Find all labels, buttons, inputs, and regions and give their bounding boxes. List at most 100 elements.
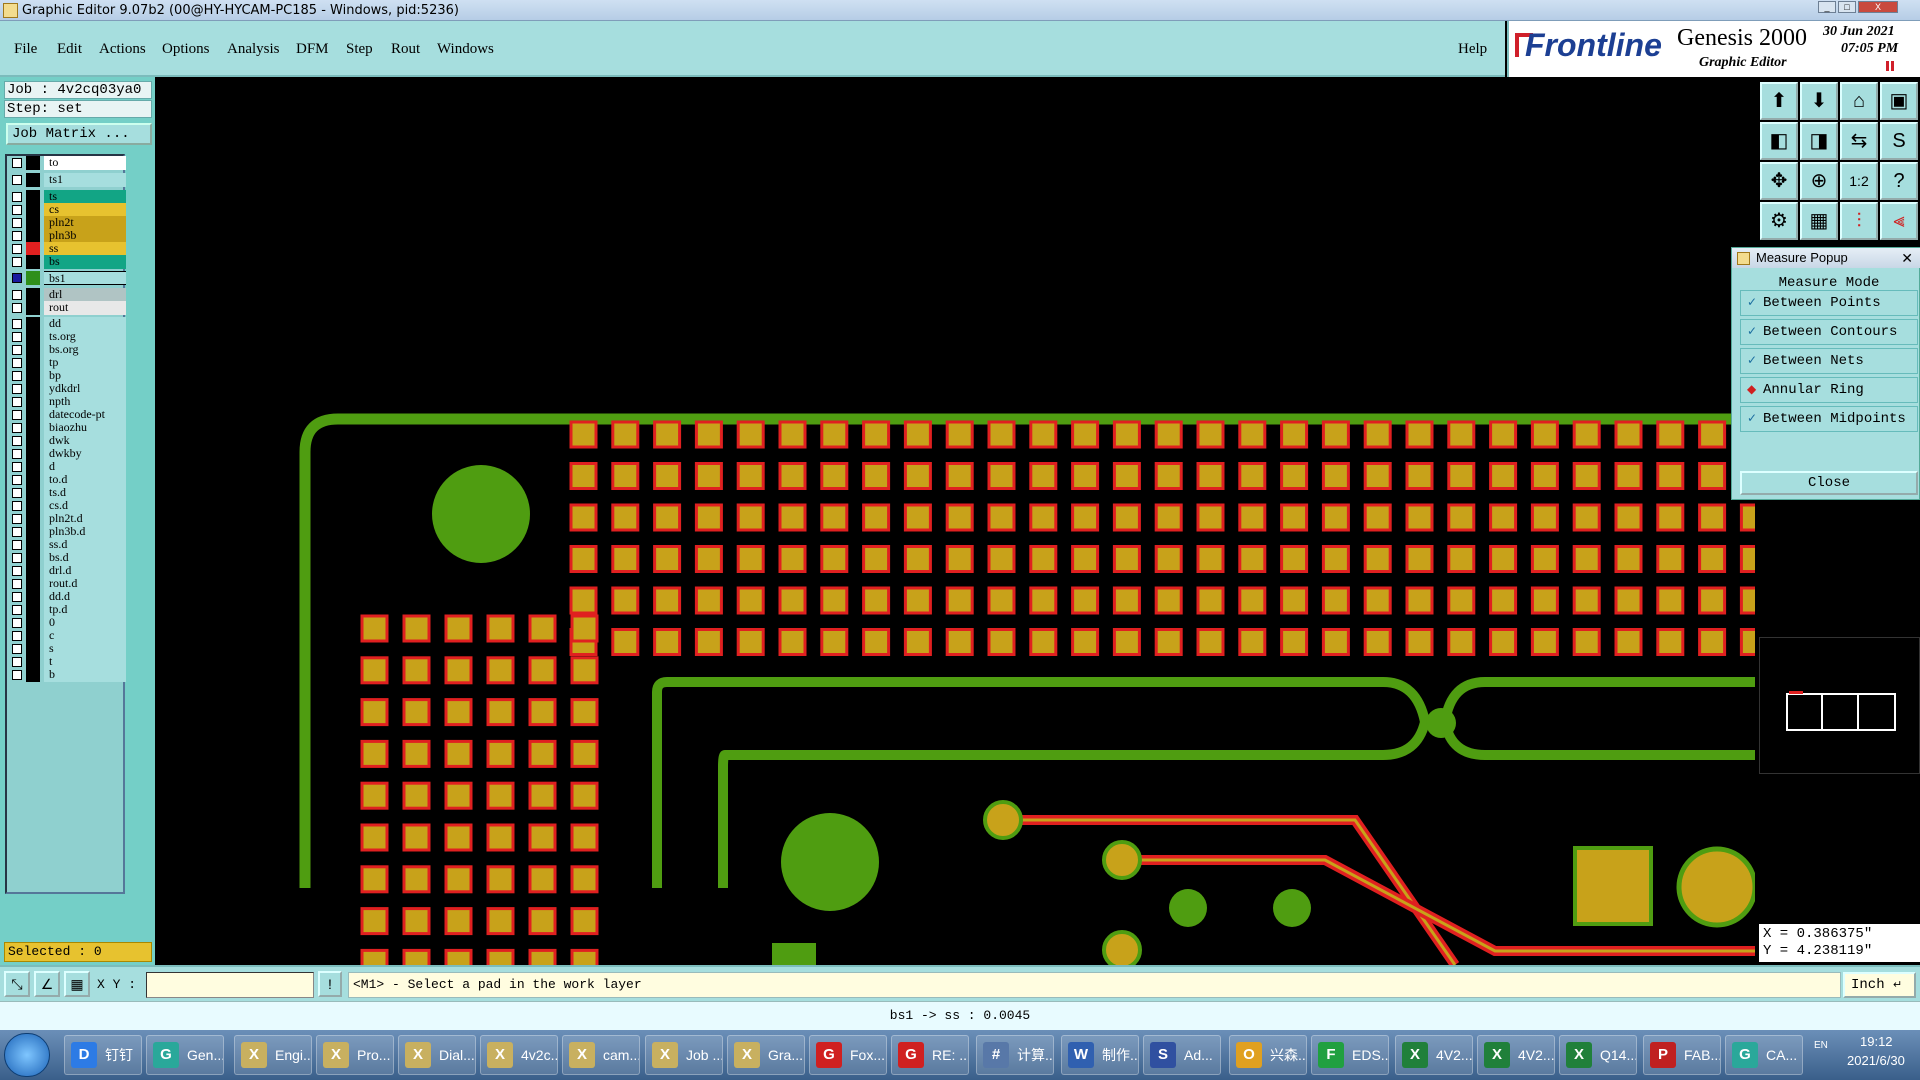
layer-row[interactable]: datecode-pt (9, 408, 126, 422)
smd-pad[interactable] (1656, 420, 1685, 449)
smd-pad[interactable] (486, 907, 515, 936)
smd-pad[interactable] (528, 739, 557, 768)
smd-pad[interactable] (1196, 545, 1225, 573)
home-icon[interactable]: ⌂ (1840, 82, 1878, 120)
taskbar-item[interactable]: X Gra... (727, 1035, 805, 1075)
layer-checkbox[interactable] (12, 436, 22, 446)
snap-icon[interactable]: ⤡ (4, 971, 30, 997)
layer-checkbox[interactable] (12, 553, 22, 563)
smd-pad[interactable] (1363, 628, 1392, 656)
smd-pad[interactable] (694, 545, 723, 573)
smd-pad[interactable] (402, 823, 431, 852)
smd-pad[interactable] (1656, 462, 1685, 490)
pause-icon[interactable] (1886, 61, 1894, 71)
close-icon[interactable]: X (1858, 1, 1898, 13)
smd-pad[interactable] (569, 545, 598, 573)
smd-pad[interactable] (778, 462, 807, 490)
smd-pad[interactable] (1321, 586, 1350, 615)
layer-checkbox[interactable] (12, 371, 22, 381)
layer-checkbox[interactable] (12, 345, 22, 355)
window-title-bar[interactable]: Graphic Editor 9.07b2 (00@HY-HYCAM-PC185… (0, 0, 1920, 21)
smd-pad[interactable] (1029, 628, 1058, 656)
smd-pad[interactable] (1154, 628, 1183, 656)
layer-row[interactable]: ts.org (9, 330, 126, 344)
smd-pad[interactable] (653, 628, 682, 656)
via-pad[interactable] (1102, 840, 1142, 880)
smd-pad[interactable] (1489, 545, 1518, 573)
smd-pad[interactable] (1321, 420, 1350, 449)
smd-pad[interactable] (444, 781, 473, 810)
smd-pad[interactable] (402, 907, 431, 936)
signal-icon[interactable]: ⫷ (1880, 202, 1918, 240)
smd-pad[interactable] (1154, 586, 1183, 615)
taskbar-item[interactable]: W 制作... (1061, 1035, 1139, 1075)
taskbar-item[interactable]: G RE: ... (891, 1035, 969, 1075)
smd-pad[interactable] (569, 462, 598, 490)
smd-pad[interactable] (1572, 503, 1601, 532)
smd-pad[interactable] (360, 907, 389, 936)
smd-pad[interactable] (1739, 503, 1755, 532)
net-icon[interactable]: ⫶ (1840, 202, 1878, 240)
inner-outline-right[interactable] (1439, 677, 1755, 760)
menu-analysis[interactable]: Analysis (227, 41, 280, 58)
route-icon[interactable]: S (1880, 122, 1918, 160)
smd-pad[interactable] (945, 420, 974, 449)
smd-pad[interactable] (903, 462, 932, 490)
right-icon[interactable]: ◨ (1800, 122, 1838, 160)
smd-pad[interactable] (1280, 462, 1309, 490)
layer-checkbox[interactable] (12, 488, 22, 498)
smd-pad[interactable] (1447, 420, 1476, 449)
layer-checkbox[interactable] (12, 257, 22, 267)
smd-pad[interactable] (1530, 545, 1559, 573)
smd-pad[interactable] (1698, 503, 1727, 532)
swap-icon[interactable]: ⇆ (1840, 122, 1878, 160)
smd-pad[interactable] (1321, 628, 1350, 656)
help-icon[interactable]: ? (1880, 162, 1918, 200)
layer-row[interactable]: ss (9, 242, 126, 256)
mounting-pad[interactable] (781, 813, 879, 911)
layer-row[interactable]: to (9, 156, 126, 170)
smd-pad[interactable] (486, 698, 515, 727)
smd-pad[interactable] (1572, 545, 1601, 573)
smd-pad[interactable] (402, 656, 431, 685)
smd-pad[interactable] (360, 948, 389, 965)
taskbar-item[interactable]: X Job ... (645, 1035, 723, 1075)
smd-pad[interactable] (611, 503, 640, 532)
smd-pad[interactable] (569, 420, 598, 449)
layer-checkbox[interactable] (12, 566, 22, 576)
layer-row[interactable]: c (9, 629, 126, 643)
smd-pad[interactable] (486, 865, 515, 894)
taskbar-item[interactable]: X Q14... (1559, 1035, 1637, 1075)
smd-pad[interactable] (611, 586, 640, 615)
smd-pad[interactable] (1196, 420, 1225, 449)
layer-row[interactable]: ydkdrl (9, 382, 126, 396)
smd-pad[interactable] (1614, 586, 1643, 615)
layer-checkbox[interactable] (12, 319, 22, 329)
smd-pad[interactable] (903, 545, 932, 573)
smd-pad[interactable] (1572, 586, 1601, 615)
layer-row[interactable]: pln2t.d (9, 512, 126, 526)
via-pad[interactable] (983, 800, 1023, 840)
smd-pad[interactable] (778, 503, 807, 532)
scale-icon[interactable]: 1:2 (1840, 162, 1878, 200)
layer-checkbox[interactable] (12, 618, 22, 628)
layer-checkbox[interactable] (12, 244, 22, 254)
menu-rout[interactable]: Rout (391, 41, 420, 58)
smd-pad[interactable] (570, 823, 599, 852)
layer-row[interactable]: rout.d (9, 577, 126, 591)
square-pad[interactable] (1573, 846, 1653, 926)
smd-pad[interactable] (486, 823, 515, 852)
layer-row[interactable]: pln3b (9, 229, 126, 243)
smd-pad[interactable] (987, 586, 1016, 615)
smd-pad[interactable] (1698, 628, 1727, 656)
menu-options[interactable]: Options (162, 41, 210, 58)
smd-pad[interactable] (694, 462, 723, 490)
smd-pad[interactable] (1739, 545, 1755, 573)
smd-pad[interactable] (1405, 503, 1434, 532)
graphic-canvas[interactable] (155, 77, 1755, 965)
layer-row[interactable]: s (9, 642, 126, 656)
smd-pad[interactable] (694, 586, 723, 615)
layer-checkbox[interactable] (12, 501, 22, 511)
smd-pad[interactable] (1238, 545, 1267, 573)
smd-pad[interactable] (1280, 586, 1309, 615)
